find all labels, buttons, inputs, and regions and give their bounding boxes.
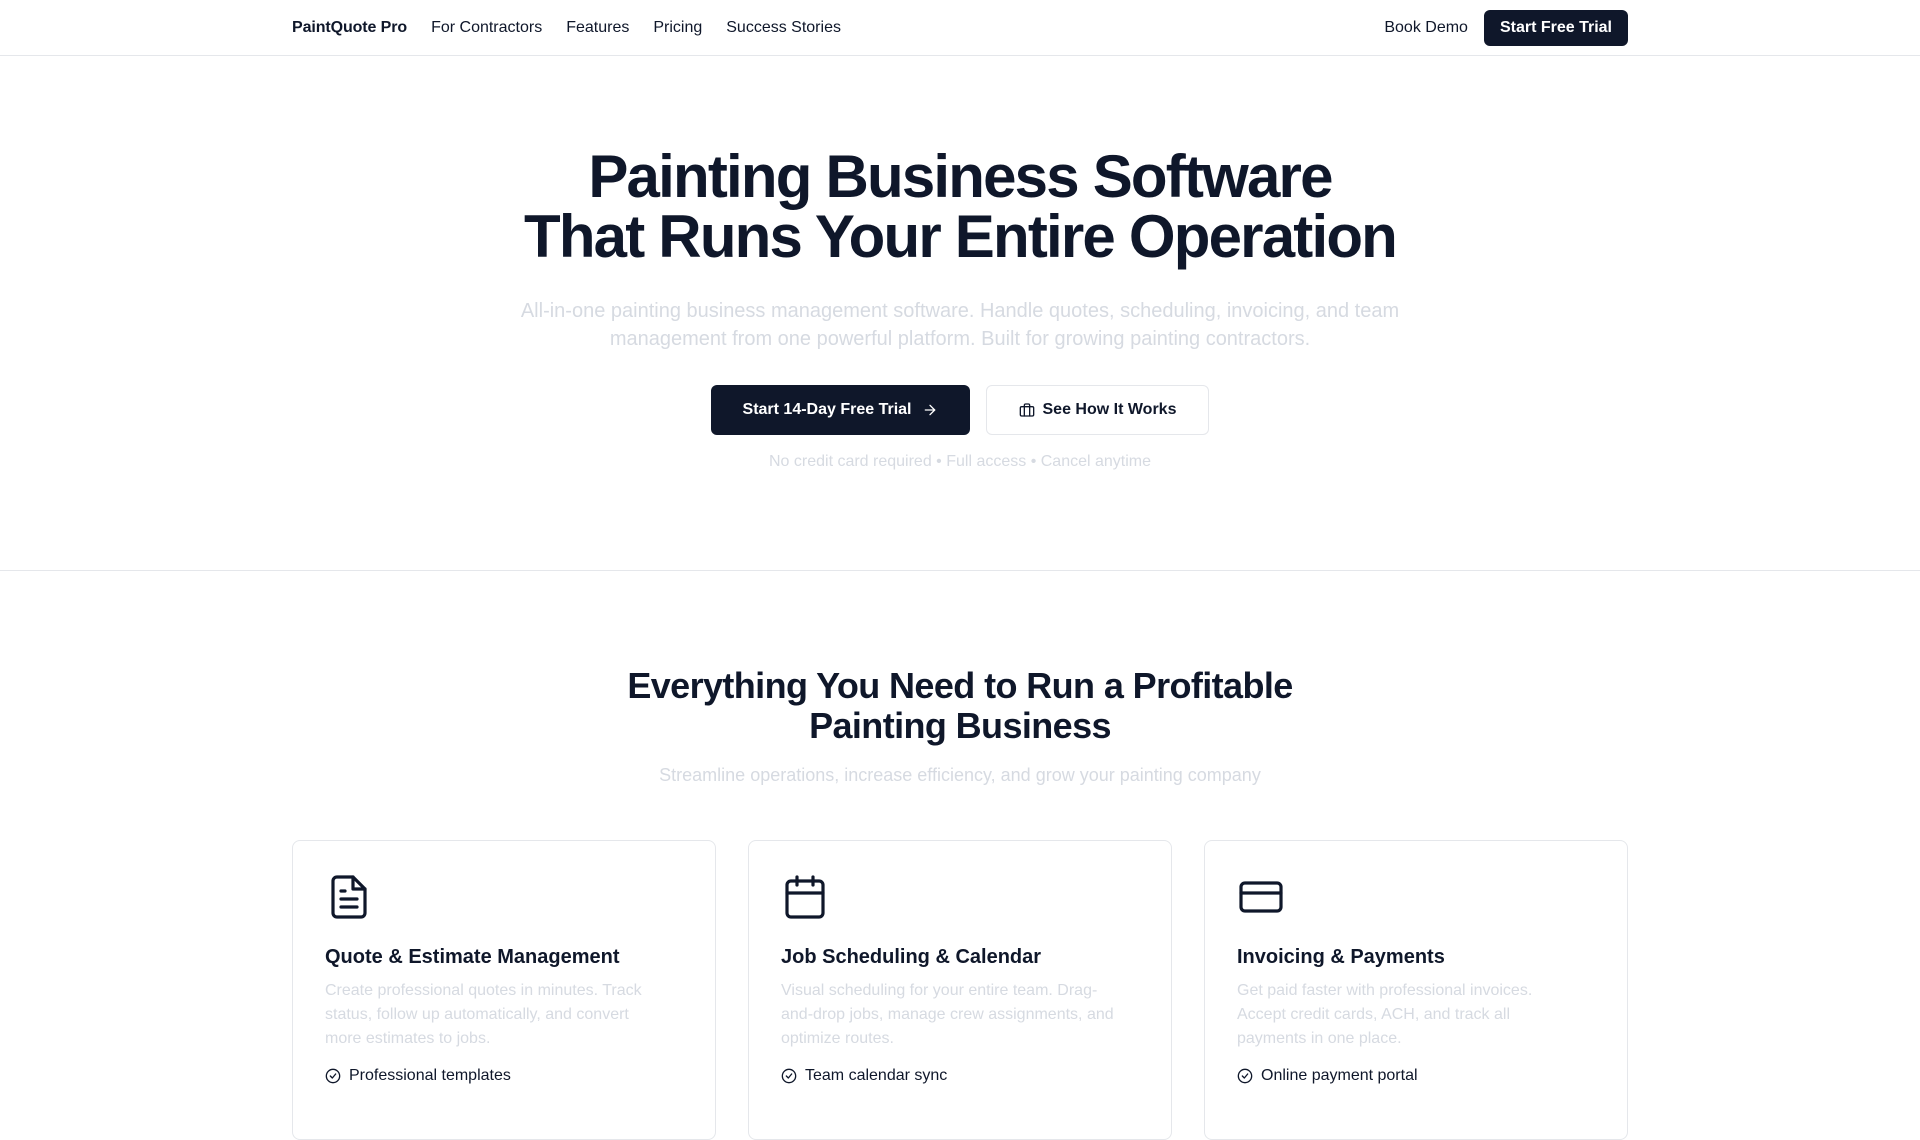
nav-link-features[interactable]: Features — [566, 19, 629, 37]
feature-card-title: Invoicing & Payments — [1237, 946, 1445, 968]
feature-card-title: Quote & Estimate Management — [325, 946, 620, 968]
book-demo-button[interactable]: Book Demo — [1384, 11, 1468, 45]
feature-card-description: Visual scheduling for your entire team. … — [781, 982, 1114, 1047]
check-circle-icon — [325, 1068, 341, 1084]
feature-card-quotes: Quote & Estimate Management Create profe… — [292, 840, 716, 1140]
check-circle-icon — [781, 1068, 797, 1084]
top-navbar: PaintQuote Pro For Contractors Features … — [0, 0, 1920, 56]
hero-section: Painting Business Software That Runs You… — [0, 57, 1920, 571]
arrow-right-icon — [924, 404, 935, 416]
nav-link-pricing[interactable]: Pricing — [653, 19, 702, 37]
see-how-it-works-button[interactable]: See How It Works — [985, 385, 1210, 435]
nav-link-success-stories[interactable]: Success Stories — [726, 19, 841, 37]
hero-title-line-2: That Runs Your Entire Operation — [523, 203, 1398, 270]
calendar-icon — [781, 873, 829, 921]
feature-card-bullet-label: Online payment portal — [1261, 1067, 1418, 1084]
nav-links: For Contractors Features Pricing Success… — [431, 19, 841, 37]
document-icon — [325, 873, 373, 921]
see-how-it-works-label: See How It Works — [1042, 401, 1177, 418]
start-14-day-trial-label: Start 14-Day Free Trial — [742, 401, 912, 418]
features-title-line-1: Everything You Need to Run a Profitable — [627, 665, 1293, 706]
feature-card-title: Job Scheduling & Calendar — [781, 946, 1042, 968]
feature-card-scheduling: Job Scheduling & Calendar Visual schedul… — [748, 840, 1172, 1140]
nav-actions: Book Demo Start Free Trial — [1384, 10, 1628, 46]
start-free-trial-button[interactable]: Start Free Trial — [1483, 10, 1628, 46]
features-title: Everything You Need to Run a Profitable … — [0, 666, 1920, 746]
navbar-inner: PaintQuote Pro For Contractors Features … — [292, 0, 1628, 56]
brand-logo[interactable]: PaintQuote Pro — [292, 19, 407, 37]
hero-title: Painting Business Software That Runs You… — [0, 147, 1920, 267]
feature-card-bullet-label: Professional templates — [349, 1067, 511, 1084]
feature-card-bullet: Online payment portal — [1237, 1067, 1595, 1085]
feature-card-description: Get paid faster with professional invoic… — [1237, 982, 1533, 1047]
features-subtitle: Streamline operations, increase efficien… — [659, 765, 1261, 785]
check-circle-icon — [1237, 1068, 1253, 1084]
credit-card-icon — [1237, 873, 1285, 921]
feature-card-description: Create professional quotes in minutes. T… — [325, 982, 642, 1047]
feature-card-invoicing: Invoicing & Payments Get paid faster wit… — [1204, 840, 1628, 1140]
feature-card-bullet: Professional templates — [325, 1067, 683, 1085]
hero-cta-group: Start 14-Day Free Trial See How It Works — [0, 385, 1920, 435]
start-14-day-trial-button[interactable]: Start 14-Day Free Trial — [710, 385, 970, 435]
nav-link-for-contractors[interactable]: For Contractors — [431, 19, 542, 37]
hero-trial-note: No credit card required • Full access • … — [768, 453, 1152, 470]
hero-subtitle: All-in-one painting business management … — [520, 300, 1400, 350]
briefcase-icon — [1019, 403, 1034, 417]
feature-card-bullet: Team calendar sync — [781, 1067, 1139, 1085]
feature-cards: Quote & Estimate Management Create profe… — [292, 840, 1628, 1140]
features-title-line-2: Painting Business — [809, 705, 1111, 746]
feature-card-bullet-label: Team calendar sync — [805, 1067, 948, 1084]
hero-title-line-1: Painting Business Software — [588, 143, 1333, 210]
